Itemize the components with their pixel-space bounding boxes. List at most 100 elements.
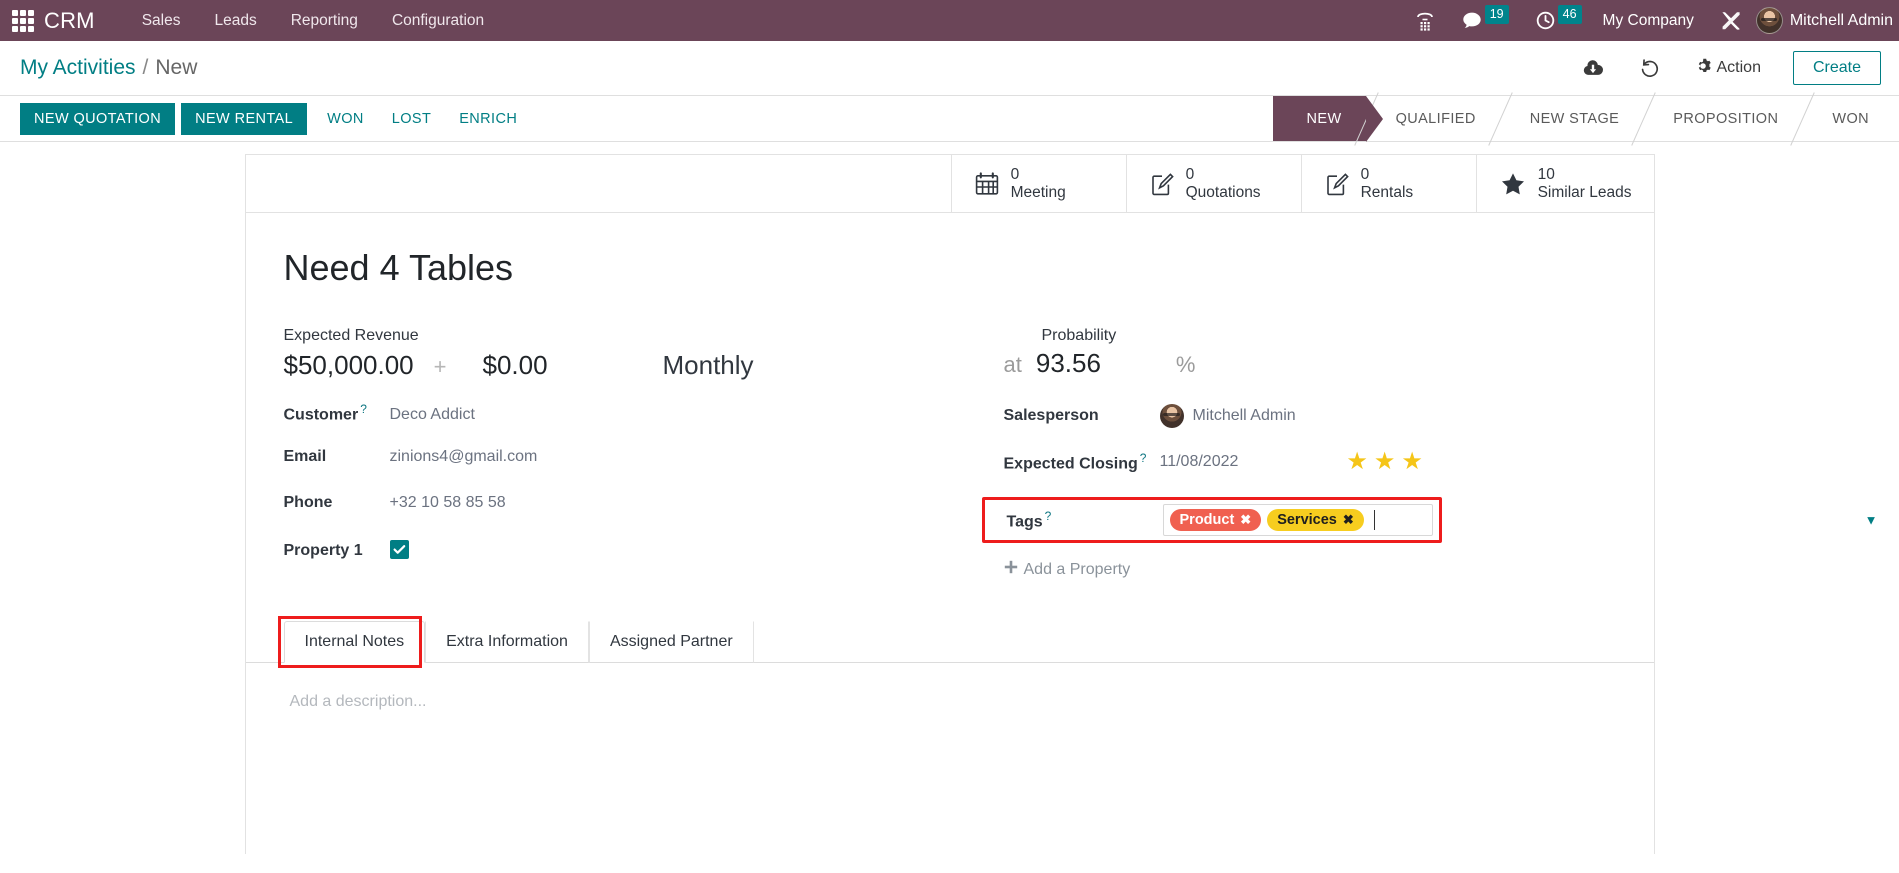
star-icon[interactable]: ★	[1346, 450, 1368, 474]
field-label-expected-closing: Expected Closing?	[1003, 450, 1147, 473]
page-title[interactable]: Need 4 Tables	[284, 247, 1616, 289]
breadcrumb-root[interactable]: My Activities	[20, 56, 136, 80]
user-menu[interactable]: Mitchell Admin	[1790, 12, 1893, 30]
tag-services[interactable]: Services ✖	[1267, 509, 1364, 531]
app-name[interactable]: CRM	[44, 8, 95, 34]
undo-icon[interactable]	[1621, 57, 1677, 79]
action-menu[interactable]: Action	[1677, 58, 1779, 79]
form-view: 0 Meeting 0 Quotations 0 Rentals 10 Simi…	[0, 142, 1899, 873]
field-label-phone: Phone	[283, 494, 333, 511]
field-value-phone[interactable]: +32 10 58 85 58	[390, 494, 506, 512]
user-avatar[interactable]	[1755, 7, 1783, 34]
smart-button-value: 10	[1537, 165, 1555, 183]
menu-leads[interactable]: Leads	[197, 0, 273, 41]
tab-internal-notes[interactable]: Internal Notes	[283, 621, 426, 663]
description-placeholder[interactable]: Add a description...	[290, 693, 1616, 711]
smart-button-label: Rentals	[1360, 183, 1414, 201]
text-cursor	[1373, 510, 1375, 530]
priority-stars[interactable]: ★ ★ ★	[1346, 450, 1423, 474]
chevron-down-icon[interactable]: ▼	[1865, 513, 1878, 528]
record-sheet: 0 Meeting 0 Quotations 0 Rentals 10 Simi…	[244, 154, 1878, 854]
plus-sign: +	[433, 354, 447, 379]
expected-revenue-label: Expected Revenue	[283, 327, 419, 344]
smart-button-rentals[interactable]: 0 Rentals	[1300, 155, 1476, 212]
star-icon[interactable]: ★	[1374, 450, 1396, 474]
recurring-revenue-value[interactable]: $0.00	[483, 350, 663, 381]
left-column: Expected Revenue $50,000.00 + $0.00 Mont…	[284, 327, 984, 586]
tags-highlight-box: Tags? Product ✖ Services ✖	[981, 497, 1442, 543]
help-icon[interactable]: ?	[360, 402, 367, 416]
menu-configuration[interactable]: Configuration	[375, 0, 501, 41]
property-1-checkbox[interactable]	[389, 540, 409, 559]
menu-sales[interactable]: Sales	[125, 0, 198, 41]
field-label-salesperson: Salesperson	[1003, 407, 1099, 424]
stage-proposition[interactable]: PROPOSITION	[1643, 96, 1803, 141]
new-rental-button[interactable]: NEW RENTAL	[181, 102, 308, 135]
recurring-period-value[interactable]: Monthly	[663, 350, 754, 381]
smart-button-value: 0	[1360, 165, 1370, 183]
help-icon[interactable]: ?	[1140, 451, 1147, 465]
create-button[interactable]: Create	[1792, 51, 1881, 85]
field-label-property-1: Property 1	[283, 542, 363, 559]
stage-statusbar: NEW QUALIFIED NEW STAGE PROPOSITION WON	[1272, 96, 1899, 142]
enrich-button[interactable]: ENRICH	[445, 103, 531, 135]
stage-qualified[interactable]: QUALIFIED	[1365, 96, 1500, 141]
remove-tag-icon[interactable]: ✖	[1343, 512, 1354, 528]
pencil-square-icon	[1324, 171, 1350, 197]
field-value-email[interactable]: zinions4@gmail.com	[390, 448, 538, 466]
notebook-page-internal-notes: Add a description...	[284, 663, 1616, 711]
lost-button[interactable]: LOST	[378, 103, 445, 135]
probability-suffix: %	[1175, 352, 1196, 377]
expected-revenue-value[interactable]: $50,000.00	[284, 350, 414, 381]
field-label-tags: Tags?	[1006, 508, 1052, 531]
field-value-property-1	[389, 540, 409, 560]
field-expected-closing: Expected Closing? 11/08/2022 ★ ★ ★	[1004, 446, 1616, 478]
field-property-1: Property 1	[284, 540, 984, 570]
messages-badge: 19	[1484, 4, 1509, 25]
activities-counter[interactable]: 46	[1535, 4, 1582, 31]
messages-counter[interactable]: 19	[1461, 4, 1509, 32]
stage-new[interactable]: NEW	[1272, 96, 1383, 142]
gear-icon	[1695, 58, 1711, 79]
field-label-email: Email	[283, 448, 327, 465]
right-column: Probability at 93.56 % Salesperson Mitch…	[981, 327, 1878, 586]
remove-tag-icon[interactable]: ✖	[1240, 512, 1251, 528]
add-a-property-button[interactable]: Add a Property	[1004, 560, 1616, 579]
control-panel: My Activities / New Action Create	[0, 41, 1899, 96]
menu-reporting[interactable]: Reporting	[274, 0, 375, 41]
tab-extra-information[interactable]: Extra Information	[425, 621, 589, 663]
salesperson-name: Mitchell Admin	[1192, 407, 1296, 424]
won-button[interactable]: WON	[313, 103, 378, 135]
cloud-upload-icon[interactable]	[1565, 58, 1621, 78]
star-icon[interactable]: ★	[1401, 450, 1423, 474]
apps-grid-icon[interactable]	[12, 9, 34, 32]
plus-icon	[1004, 560, 1018, 579]
field-value-expected-closing[interactable]: 11/08/2022	[1160, 453, 1239, 471]
stage-new-stage[interactable]: NEW STAGE	[1499, 96, 1644, 141]
tools-wrench-icon[interactable]	[1719, 9, 1743, 33]
tab-assigned-partner[interactable]: Assigned Partner	[588, 621, 754, 663]
field-value-salesperson[interactable]: Mitchell Admin	[1159, 404, 1296, 428]
tag-label: Product	[1179, 512, 1235, 528]
help-icon[interactable]: ?	[1045, 509, 1052, 523]
action-button-bar: NEW QUOTATION NEW RENTAL WON LOST ENRICH	[0, 96, 531, 141]
smart-button-similar-leads[interactable]: 10 Similar Leads	[1475, 155, 1654, 212]
tag-product[interactable]: Product ✖	[1169, 509, 1262, 531]
probability-value[interactable]: 93.56	[1036, 348, 1176, 379]
field-value-customer[interactable]: Deco Addict	[390, 406, 475, 424]
smart-button-label: Similar Leads	[1537, 183, 1632, 201]
company-switcher[interactable]: My Company	[1603, 12, 1694, 30]
revenue-row: $50,000.00 + $0.00 Monthly	[284, 350, 984, 388]
add-a-property-label: Add a Property	[1023, 560, 1131, 578]
tags-input[interactable]: Product ✖ Services ✖	[1162, 504, 1433, 536]
calendar-icon	[974, 171, 1000, 197]
smart-button-meeting[interactable]: 0 Meeting	[950, 155, 1126, 212]
field-salesperson: Salesperson Mitchell Admin	[1004, 400, 1616, 432]
field-phone: Phone +32 10 58 85 58	[284, 494, 984, 524]
new-quotation-button[interactable]: NEW QUOTATION	[20, 102, 176, 135]
smart-button-value: 0	[1185, 165, 1195, 183]
smart-button-quotations[interactable]: 0 Quotations	[1125, 155, 1301, 212]
stage-won[interactable]: WON	[1802, 96, 1899, 141]
phone-dialpad-icon[interactable]	[1415, 9, 1435, 33]
probability-label: Probability	[1041, 327, 1117, 344]
